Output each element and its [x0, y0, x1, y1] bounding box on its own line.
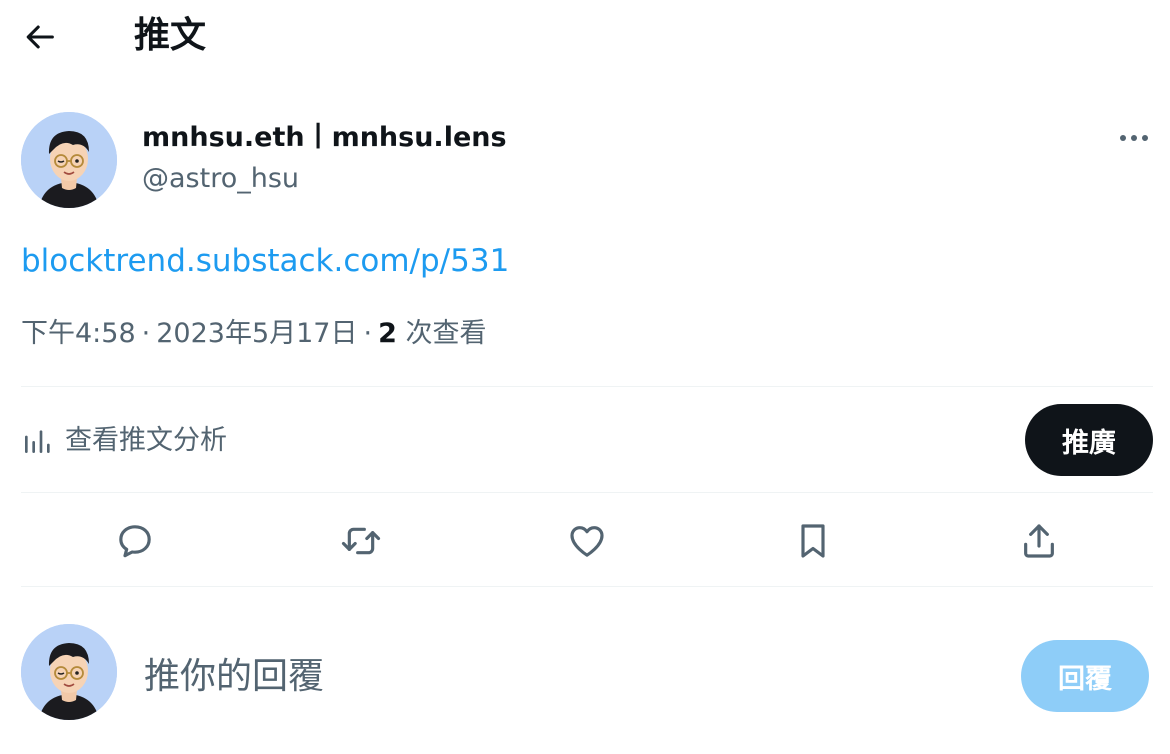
- header: 推文: [0, 0, 1170, 75]
- tweet-date[interactable]: 2023年5月17日: [156, 318, 357, 349]
- promote-button[interactable]: 推廣: [1025, 404, 1153, 476]
- reply-button[interactable]: [110, 516, 160, 566]
- heart-icon: [570, 526, 604, 557]
- bookmark-button[interactable]: [788, 516, 838, 566]
- arrow-left-icon: [26, 25, 54, 49]
- share-icon: [1024, 524, 1054, 558]
- ellipsis-icon: [1120, 135, 1148, 141]
- avatar[interactable]: [21, 624, 117, 720]
- bookmark-icon: [801, 524, 825, 558]
- tweet-detail-page: 推文 mnhsu.eth丨mnhsu.lens @astro_hsu block…: [0, 0, 1170, 754]
- meta-separator: ·: [141, 318, 151, 349]
- divider: [21, 586, 1153, 587]
- reply-input[interactable]: [144, 650, 984, 702]
- tweet-meta: 下午4:58 · 2023年5月17日 · 2 次查看: [21, 315, 486, 353]
- author-handle[interactable]: @astro_hsu: [142, 161, 299, 197]
- view-analytics-link[interactable]: 查看推文分析: [21, 418, 227, 464]
- avatar-illustration: [21, 624, 117, 720]
- page-title: 推文: [134, 15, 207, 56]
- tweet-link[interactable]: blocktrend.substack.com/p/531: [21, 240, 509, 282]
- meta-separator: ·: [363, 318, 373, 349]
- views-label: 次查看: [405, 318, 487, 349]
- back-button[interactable]: [18, 14, 64, 60]
- divider: [21, 492, 1153, 493]
- bar-chart-icon: [25, 430, 50, 453]
- avatar[interactable]: [21, 112, 117, 208]
- retweet-button[interactable]: [336, 516, 386, 566]
- retweet-icon: [341, 527, 381, 555]
- tweet-time[interactable]: 下午4:58: [21, 318, 136, 349]
- views-count: 2: [378, 318, 397, 349]
- more-button[interactable]: [1112, 118, 1156, 158]
- author-name[interactable]: mnhsu.eth丨mnhsu.lens: [142, 120, 507, 156]
- analytics-label: 查看推文分析: [65, 425, 227, 456]
- reply-submit-button[interactable]: 回覆: [1021, 640, 1149, 712]
- like-button[interactable]: [562, 516, 612, 566]
- reply-icon: [119, 525, 151, 558]
- share-button[interactable]: [1014, 516, 1064, 566]
- divider: [21, 386, 1153, 387]
- avatar-illustration: [21, 112, 117, 208]
